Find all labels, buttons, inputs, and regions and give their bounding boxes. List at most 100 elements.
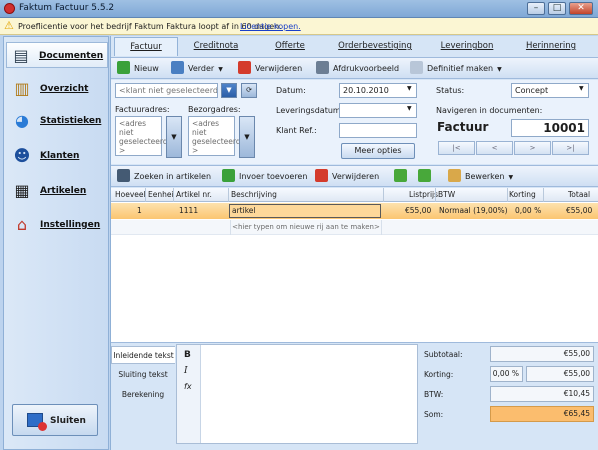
sidebar-item-instellingen[interactable]: ⌂ Instellingen: [8, 212, 104, 238]
cell-article-no[interactable]: 1111: [179, 206, 198, 215]
column-separator: [435, 188, 436, 202]
nav-last-button[interactable]: >|: [552, 141, 589, 155]
column-header-article-no[interactable]: Artikel nr.: [176, 190, 212, 199]
customer-lookup-button[interactable]: ⟳: [241, 83, 257, 98]
new-row[interactable]: <hier typen om nieuwe rij aan te maken>: [111, 220, 598, 235]
nav-first-button[interactable]: |<: [438, 141, 475, 155]
buy-license-link[interactable]: Licentie kopen.: [240, 22, 301, 31]
column-header-discount[interactable]: Korting: [509, 190, 536, 199]
status-label: Status:: [436, 86, 465, 95]
more-options-button[interactable]: Meer opties: [341, 143, 415, 159]
invoice-address-box[interactable]: <adres niet geselecteerd >: [115, 116, 168, 156]
new-document-icon: [117, 61, 130, 74]
delivery-address-dropdown[interactable]: ▼: [239, 116, 255, 158]
column-header-qty[interactable]: Hoeveel: [115, 190, 146, 199]
nav-next-button[interactable]: >: [514, 141, 551, 155]
customer-select[interactable]: <klant niet geselecteerd: [115, 83, 218, 98]
minimize-button[interactable]: –: [527, 2, 545, 15]
new-row-hint[interactable]: <hier typen om nieuwe rij aan te maken>: [230, 220, 382, 235]
arrow-up-icon: [394, 169, 407, 182]
line-items-toolbar: Zoeken in artikelen Invoer toevoeren Ver…: [111, 165, 598, 187]
sidebar-item-label: Documenten: [39, 51, 104, 61]
vat-label: BTW:: [424, 390, 444, 399]
formula-button[interactable]: fx: [184, 382, 192, 391]
document-toolbar: Nieuw Verder ▼ Verwijderen Afdrukvoorbeel…: [111, 57, 598, 79]
status-select[interactable]: Concept: [511, 83, 589, 98]
delete-row-button[interactable]: Verwijderen: [315, 169, 379, 185]
date-field[interactable]: 20.10.2010: [339, 83, 417, 98]
sidebar-item-statistieken[interactable]: ◕ Statistieken: [8, 108, 104, 134]
address-line: >: [119, 146, 126, 155]
discount-value: €55,00: [526, 366, 594, 382]
forward-icon: [171, 61, 184, 74]
sidebar-item-artikelen[interactable]: ▦ Artikelen: [8, 178, 104, 204]
customer-ref-field[interactable]: [339, 123, 417, 138]
document-number-field[interactable]: 10001: [511, 119, 589, 137]
tab-offerte[interactable]: Offerte: [262, 37, 318, 56]
cell-list-price[interactable]: €55,00: [405, 206, 431, 215]
delivery-date-field[interactable]: [339, 103, 417, 118]
sidebar-item-label: Overzicht: [40, 84, 89, 94]
chevron-down-icon: ▼: [218, 66, 223, 73]
customer-dropdown-button[interactable]: ▼: [221, 83, 237, 98]
bold-button[interactable]: B: [184, 350, 191, 360]
delivery-address-box[interactable]: <adres niet geselecteerd >: [188, 116, 241, 156]
italic-button[interactable]: I: [184, 366, 188, 376]
maximize-button[interactable]: □: [548, 2, 566, 15]
address-line: <adres niet: [192, 119, 220, 137]
cell-vat[interactable]: Normaal (19,00%): [439, 206, 508, 215]
invoice-address-label: Factuuradres:: [115, 105, 170, 114]
edit-label: Bewerken: [465, 172, 505, 181]
customer-ref-label: Klant Ref.:: [276, 126, 317, 135]
tab-closing-text[interactable]: Sluiting tekst: [111, 366, 175, 384]
column-header-vat[interactable]: BTW: [438, 190, 455, 199]
overview-icon: ▥: [14, 79, 30, 98]
tab-creditnota[interactable]: Creditnota: [186, 37, 246, 56]
search-articles-button[interactable]: Zoeken in artikelen: [117, 169, 211, 185]
column-header-description[interactable]: Beschrijving: [231, 190, 277, 199]
move-down-button[interactable]: [418, 169, 435, 185]
delete-label: Verwijderen: [255, 64, 303, 73]
next-button[interactable]: Verder ▼: [171, 61, 223, 77]
print-preview-button[interactable]: Afdrukvoorbeeld: [316, 61, 399, 77]
cell-description[interactable]: artikel: [232, 206, 255, 215]
discount-percent-field[interactable]: 0,00 %: [490, 366, 523, 382]
sluiten-button[interactable]: Sluiten: [12, 404, 98, 436]
sidebar-item-documenten[interactable]: ▤ Documenten: [6, 42, 108, 68]
new-button[interactable]: Nieuw: [117, 61, 159, 77]
move-up-button[interactable]: [394, 169, 411, 185]
column-header-list-price[interactable]: Listprijs: [409, 190, 438, 199]
sidebar-item-klanten[interactable]: ☻ Klanten: [8, 143, 104, 169]
tab-calculation[interactable]: Berekening: [111, 386, 175, 404]
tab-intro-text[interactable]: Inleidende tekst: [111, 346, 175, 364]
tab-leveringbon[interactable]: Leveringbon: [432, 37, 502, 56]
tab-herinnering[interactable]: Herinnering: [515, 37, 587, 56]
edit-button[interactable]: Bewerken ▼: [448, 169, 513, 185]
cell-total[interactable]: €55,00: [566, 206, 592, 215]
subtotal-value: €55,00: [490, 346, 594, 362]
finalize-icon: [410, 61, 423, 74]
cell-qty[interactable]: 1: [137, 206, 142, 215]
chevron-down-icon: ▼: [508, 174, 514, 181]
invoice-address-dropdown[interactable]: ▼: [166, 116, 182, 158]
text-editor[interactable]: B I fx: [176, 344, 418, 444]
insert-row-button[interactable]: Invoer toevoeren: [222, 169, 307, 185]
document-tabs: Factuur Creditnota Offerte Orderbevestig…: [112, 37, 598, 56]
settings-icon: ⌂: [16, 215, 28, 234]
tab-factuur[interactable]: Factuur: [114, 37, 178, 56]
delete-button[interactable]: Verwijderen: [238, 61, 302, 77]
table-row[interactable]: 1 1111 artikel €55,00 Normaal (19,00%) 0…: [111, 203, 598, 219]
column-header-total[interactable]: Totaal: [568, 190, 590, 199]
finalize-button[interactable]: Definitief maken ▼: [410, 61, 502, 77]
address-line: geselecteerd: [119, 137, 168, 146]
sidebar-item-overzicht[interactable]: ▥ Overzicht: [8, 76, 104, 102]
close-window-button[interactable]: ✕: [569, 2, 593, 15]
nav-prev-button[interactable]: <: [476, 141, 513, 155]
tab-orderbevestiging[interactable]: Orderbevestiging: [330, 37, 420, 56]
insert-row-label: Invoer toevoeren: [239, 172, 308, 181]
column-header-unit[interactable]: Eenhei: [148, 190, 174, 199]
cell-discount[interactable]: 0,00 %: [515, 206, 541, 215]
documents-icon: ▤: [13, 46, 29, 65]
add-row-icon: [222, 169, 235, 182]
document-type-label: Factuur: [437, 120, 489, 134]
